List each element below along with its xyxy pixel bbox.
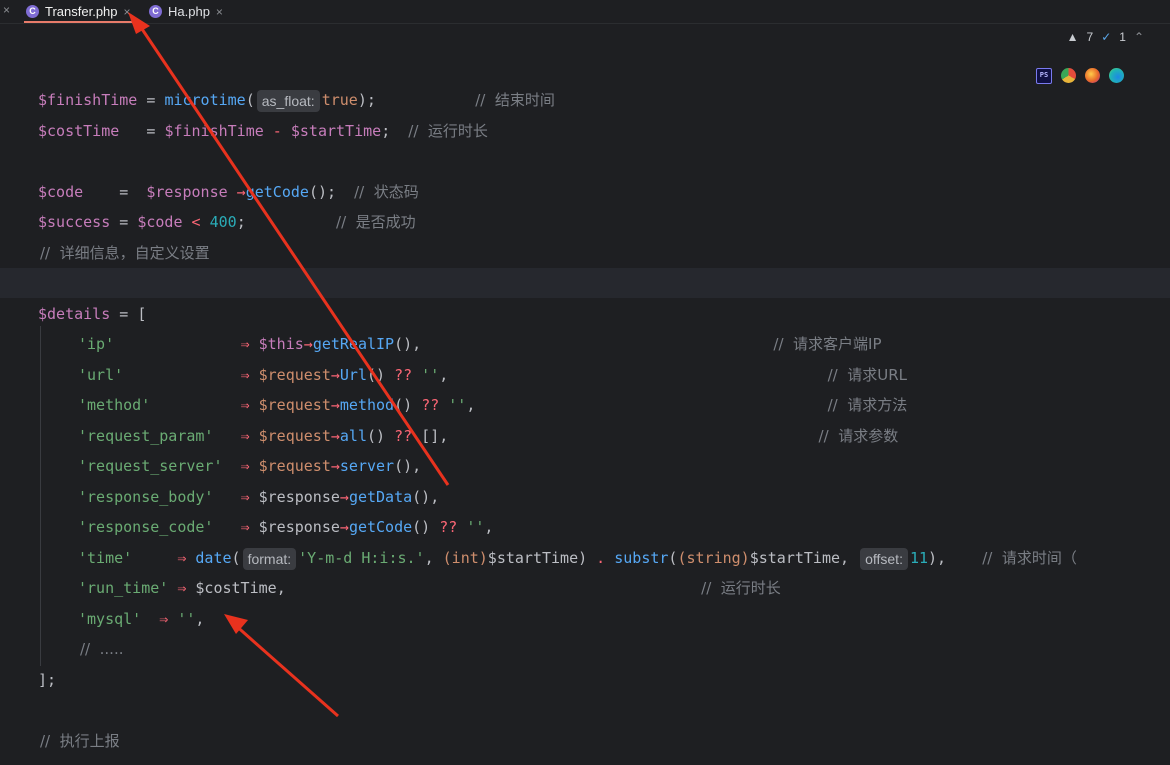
code-line-9: 'ip' ⇒ $this→getRealIP(), // 请求客户端IP	[78, 335, 882, 353]
current-line-highlight	[0, 268, 1170, 298]
code-line-15: 'response_code' ⇒ $response→getCode() ??…	[78, 518, 494, 536]
code-line-18: 'mysql' ⇒ '',	[78, 610, 205, 628]
code-line-11: 'method' ⇒ $request→method() ?? '', // 请…	[78, 396, 908, 414]
code-line-14: 'response_body' ⇒ $response→getData(),	[78, 488, 440, 506]
code-line-22: // 执行上报	[40, 732, 120, 750]
indent-guide	[40, 326, 41, 666]
code-line-6: // 详细信息，自定义设置	[40, 244, 210, 262]
code-line-20: ];	[38, 671, 57, 689]
code-line-2: $costTime = $finishTime - $startTime; //…	[38, 122, 488, 140]
param-hint: format:	[242, 547, 297, 570]
php-class-icon: C	[149, 5, 162, 18]
param-hint: as_float:	[256, 89, 320, 112]
code-line-13: 'request_server' ⇒ $request→server(),	[78, 457, 422, 475]
code-line-1: $finishTime = microtime(as_float: true); …	[38, 85, 555, 115]
code-editor[interactable]: $finishTime = microtime(as_float: true); …	[0, 24, 1170, 765]
code-line-10: 'url' ⇒ $request→Url() ?? '', // 请求URL	[78, 366, 907, 384]
close-icon[interactable]: ×	[124, 5, 131, 19]
code-line-19: // .....	[80, 640, 124, 658]
active-tab-indicator	[24, 21, 133, 23]
close-icon[interactable]: ×	[216, 5, 223, 19]
code-line-4: $code = $response →getCode(); // 状态码	[38, 183, 419, 201]
code-line-16: 'time' ⇒ date(format: 'Y-m-d H:i:s.', (in…	[78, 543, 1077, 573]
param-hint: offset:	[860, 547, 908, 570]
tab-label: Ha.php	[168, 4, 210, 19]
php-class-icon: C	[26, 5, 39, 18]
editor-tab-bar: × C Transfer.php × C Ha.php ×	[0, 0, 1170, 24]
code-line-5: $success = $code < 400; // 是否成功	[38, 213, 416, 231]
tab-ha-php[interactable]: C Ha.php ×	[149, 0, 223, 23]
code-line-17: 'run_time' ⇒ $costTime, // 运行时长	[78, 579, 781, 597]
tab-transfer-php[interactable]: C Transfer.php ×	[24, 0, 133, 23]
code-line-12: 'request_param' ⇒ $request→all() ?? [], …	[78, 427, 899, 445]
tab-label: Transfer.php	[45, 4, 118, 19]
code-line-8: $details = [	[38, 305, 147, 323]
close-icon[interactable]: ×	[3, 3, 10, 17]
